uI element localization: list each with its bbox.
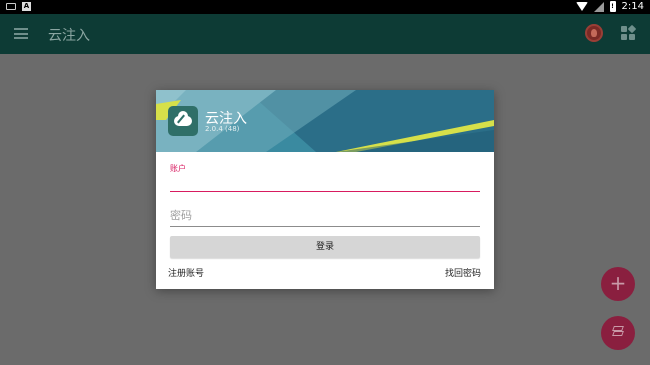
keyboard-icon xyxy=(6,3,16,10)
password-placeholder: 密码 xyxy=(170,209,192,222)
status-bar: A ! 2:14 xyxy=(0,0,650,14)
fire-icon[interactable] xyxy=(585,24,603,42)
password-field[interactable]: 密码 xyxy=(170,207,480,229)
login-button[interactable]: 登录 xyxy=(170,236,480,258)
add-button[interactable]: + xyxy=(601,267,635,301)
grid-icon[interactable] xyxy=(621,24,637,41)
battery-alert-icon: ! xyxy=(609,1,616,12)
a-icon: A xyxy=(22,2,31,11)
recover-password-link[interactable]: 找回密码 xyxy=(445,266,481,279)
login-dialog: 云注入 2.0.4 (48) 账户 密码 登录 注册账号 找回密码 xyxy=(156,90,494,289)
layers-icon xyxy=(612,326,624,338)
account-field[interactable]: 账户 xyxy=(170,163,480,193)
wifi-icon xyxy=(575,2,588,11)
register-link[interactable]: 注册账号 xyxy=(168,266,204,279)
menu-icon[interactable] xyxy=(14,28,28,39)
app-bar: 云注入 xyxy=(0,14,650,54)
app-logo xyxy=(168,106,198,136)
app-title: 云注入 xyxy=(48,28,90,44)
dialog-banner: 云注入 2.0.4 (48) xyxy=(156,90,494,152)
account-label: 账户 xyxy=(170,164,186,173)
no-signal-icon xyxy=(593,1,604,12)
app-version: 2.0.4 (48) xyxy=(205,125,240,133)
clock: 2:14 xyxy=(621,1,644,12)
layers-button[interactable] xyxy=(601,316,635,350)
